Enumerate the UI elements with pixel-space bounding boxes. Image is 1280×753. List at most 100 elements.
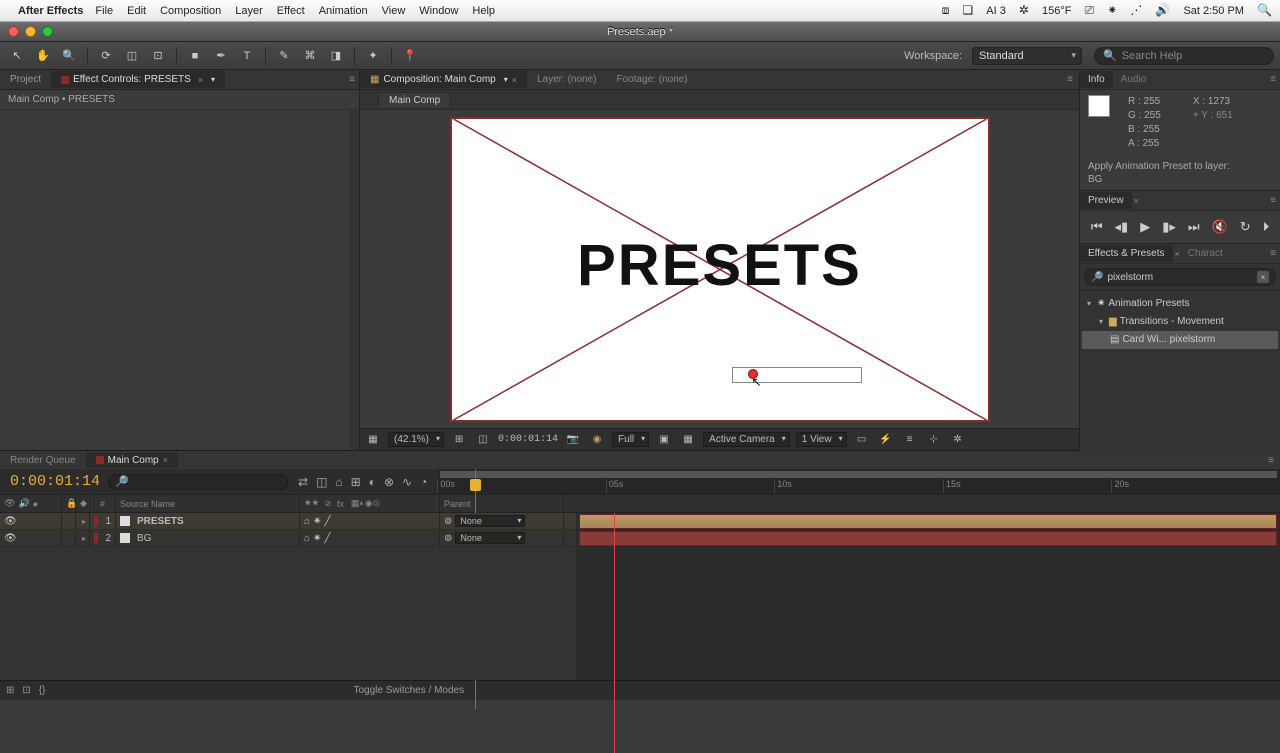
spotlight-icon[interactable]: 🔍 bbox=[1257, 3, 1272, 17]
tab-composition[interactable]: ▦ Composition: Main Comp▾× bbox=[360, 71, 527, 88]
tab-project[interactable]: Project bbox=[0, 71, 51, 88]
views-dropdown[interactable]: 1 View bbox=[796, 432, 847, 447]
prev-frame-button[interactable]: ◂▮ bbox=[1115, 219, 1129, 235]
visibility-toggle[interactable]: 👁 bbox=[4, 516, 17, 527]
tab-timeline-comp[interactable]: Main Comp× bbox=[86, 453, 178, 468]
brush-tool-icon[interactable]: ✎ bbox=[273, 46, 295, 66]
transparency-icon[interactable]: ▦ bbox=[679, 432, 697, 448]
tab-character[interactable]: Charact bbox=[1180, 245, 1231, 262]
col-source-name[interactable]: Source Name bbox=[116, 495, 300, 512]
sync-icon[interactable]: ✲ bbox=[1019, 3, 1029, 17]
hand-tool-icon[interactable]: ✋ bbox=[32, 46, 54, 66]
menu-edit[interactable]: Edit bbox=[127, 5, 146, 17]
menu-animation[interactable]: Animation bbox=[319, 5, 368, 17]
selection-tool-icon[interactable]: ↖ bbox=[6, 46, 28, 66]
panel-menu-icon[interactable]: ≡ bbox=[1270, 195, 1276, 206]
switch-shy[interactable]: ⌂ bbox=[304, 516, 310, 527]
comp-breadcrumb-tab[interactable]: Main Comp bbox=[378, 92, 451, 108]
pan-behind-tool-icon[interactable]: ⊡ bbox=[147, 46, 169, 66]
close-button[interactable] bbox=[8, 26, 19, 37]
rotate-tool-icon[interactable]: ⟳ bbox=[95, 46, 117, 66]
tab-audio[interactable]: Audio bbox=[1113, 71, 1155, 88]
menu-window[interactable]: Window bbox=[419, 5, 458, 17]
twirl-icon[interactable]: ▸ bbox=[82, 517, 86, 526]
tab-preview[interactable]: Preview bbox=[1080, 192, 1132, 209]
temperature[interactable]: 156°F bbox=[1042, 5, 1071, 17]
tree-folder[interactable]: ▾▆Transitions - Movement bbox=[1082, 313, 1278, 331]
panel-menu-icon[interactable]: ≡ bbox=[1067, 74, 1073, 85]
snapshot-icon[interactable]: 📷 bbox=[564, 432, 582, 448]
speaker-column-icon[interactable]: 🔊 bbox=[18, 498, 29, 509]
pickwhip-icon[interactable]: ⊚ bbox=[444, 516, 452, 527]
brain-icon[interactable]: ⊗ bbox=[384, 475, 394, 489]
auto-keyframe-icon[interactable]: ◔ bbox=[420, 475, 427, 489]
dropbox-icon[interactable]: ⧈ bbox=[942, 3, 950, 17]
switch-collapse[interactable]: ✷ bbox=[313, 533, 321, 544]
timeline-icon[interactable]: ≡ bbox=[901, 432, 919, 448]
always-preview-icon[interactable]: ▦ bbox=[364, 432, 382, 448]
panel-menu-icon[interactable]: ≡ bbox=[1270, 248, 1276, 259]
switch-quality[interactable]: ╱ bbox=[324, 516, 330, 527]
toggle-switch-icon[interactable]: ⊞ bbox=[6, 685, 14, 696]
search-help-input[interactable]: 🔍 Search Help bbox=[1094, 47, 1274, 65]
toggle-switch-icon[interactable]: ⊡ bbox=[22, 685, 30, 696]
pixel-aspect-icon[interactable]: ▭ bbox=[853, 432, 871, 448]
layer-name[interactable]: BG bbox=[137, 533, 151, 544]
eye-column-icon[interactable]: 👁 bbox=[4, 498, 15, 509]
graph-editor-icon[interactable]: ∿ bbox=[402, 475, 412, 489]
col-parent[interactable]: Parent bbox=[440, 495, 564, 512]
solo-column-icon[interactable]: ● bbox=[33, 499, 38, 509]
resolution-dropdown[interactable]: Full bbox=[612, 432, 649, 447]
layer-row[interactable]: 👁 ▸ 1 PRESETS ⌂ ✷ ╱ ⊚ None bbox=[0, 513, 576, 530]
scrollbar[interactable] bbox=[349, 110, 359, 450]
switch-collapse[interactable]: ✷ bbox=[313, 516, 321, 527]
zoom-dropdown[interactable]: (42.1%) bbox=[388, 432, 444, 447]
layer-color[interactable] bbox=[94, 533, 98, 543]
roto-tool-icon[interactable]: ✦ bbox=[362, 46, 384, 66]
close-tab-icon[interactable]: × bbox=[512, 75, 517, 85]
first-frame-button[interactable]: ⏮ bbox=[1091, 219, 1103, 235]
menu-layer[interactable]: Layer bbox=[235, 5, 263, 17]
mask-icon[interactable]: ◫ bbox=[474, 432, 492, 448]
frame-blend-icon[interactable]: ⊞ bbox=[351, 475, 361, 489]
tab-effects-presets[interactable]: Effects & Presets bbox=[1080, 245, 1173, 262]
tab-effect-controls[interactable]: Effect Controls: PRESETS×▾ bbox=[51, 71, 225, 88]
mute-button[interactable]: 🔇 bbox=[1212, 219, 1228, 235]
next-frame-button[interactable]: ▮▸ bbox=[1162, 219, 1176, 235]
zoom-tool-icon[interactable]: 🔍 bbox=[58, 46, 80, 66]
switch-shy[interactable]: ⌂ bbox=[304, 533, 310, 544]
ram-preview-button[interactable]: ⏵ bbox=[1263, 219, 1270, 235]
camera-dropdown[interactable]: Active Camera bbox=[703, 432, 790, 447]
menu-view[interactable]: View bbox=[382, 5, 406, 17]
tab-footage[interactable]: Footage: (none) bbox=[606, 71, 697, 88]
timeline-tracks[interactable] bbox=[576, 513, 1280, 680]
parent-dropdown[interactable]: None bbox=[455, 515, 525, 527]
layer-bar[interactable] bbox=[579, 514, 1277, 529]
comp-mini-flowchart-icon[interactable]: ⇄ bbox=[298, 475, 308, 489]
col-switches[interactable]: ✷✷⧄fx▦◐◉⊙ bbox=[300, 495, 440, 512]
workspace-dropdown[interactable]: Standard bbox=[972, 47, 1082, 65]
shy-icon[interactable]: ⌂ bbox=[335, 475, 342, 489]
zoom-button[interactable] bbox=[42, 26, 53, 37]
switch-quality[interactable]: ╱ bbox=[324, 533, 330, 544]
tab-info[interactable]: Info bbox=[1080, 71, 1113, 88]
menu-composition[interactable]: Composition bbox=[160, 5, 221, 17]
text-tool-icon[interactable]: T bbox=[236, 46, 258, 66]
play-button[interactable]: ▶ bbox=[1140, 219, 1150, 235]
camera-tool-icon[interactable]: ◫ bbox=[121, 46, 143, 66]
menu-file[interactable]: File bbox=[95, 5, 113, 17]
viewer-timecode[interactable]: 0:00:01:14 bbox=[498, 434, 558, 445]
clone-tool-icon[interactable]: ⌘ bbox=[299, 46, 321, 66]
clock[interactable]: Sat 2:50 PM bbox=[1183, 5, 1244, 17]
flowchart-icon[interactable]: ⊹ bbox=[925, 432, 943, 448]
region-icon[interactable]: ▣ bbox=[655, 432, 673, 448]
wifi-icon[interactable]: ⋰ bbox=[1130, 3, 1142, 17]
close-tab-icon[interactable]: × bbox=[198, 75, 203, 85]
pen-tool-icon[interactable]: ✒ bbox=[210, 46, 232, 66]
app-name[interactable]: After Effects bbox=[18, 5, 83, 17]
layer-name[interactable]: PRESETS bbox=[137, 516, 184, 527]
fast-preview-icon[interactable]: ⚡ bbox=[877, 432, 895, 448]
toggle-switch-icon[interactable]: {} bbox=[39, 685, 46, 696]
evernote-icon[interactable]: ❏ bbox=[962, 3, 973, 17]
twirl-icon[interactable]: ▸ bbox=[82, 534, 86, 543]
